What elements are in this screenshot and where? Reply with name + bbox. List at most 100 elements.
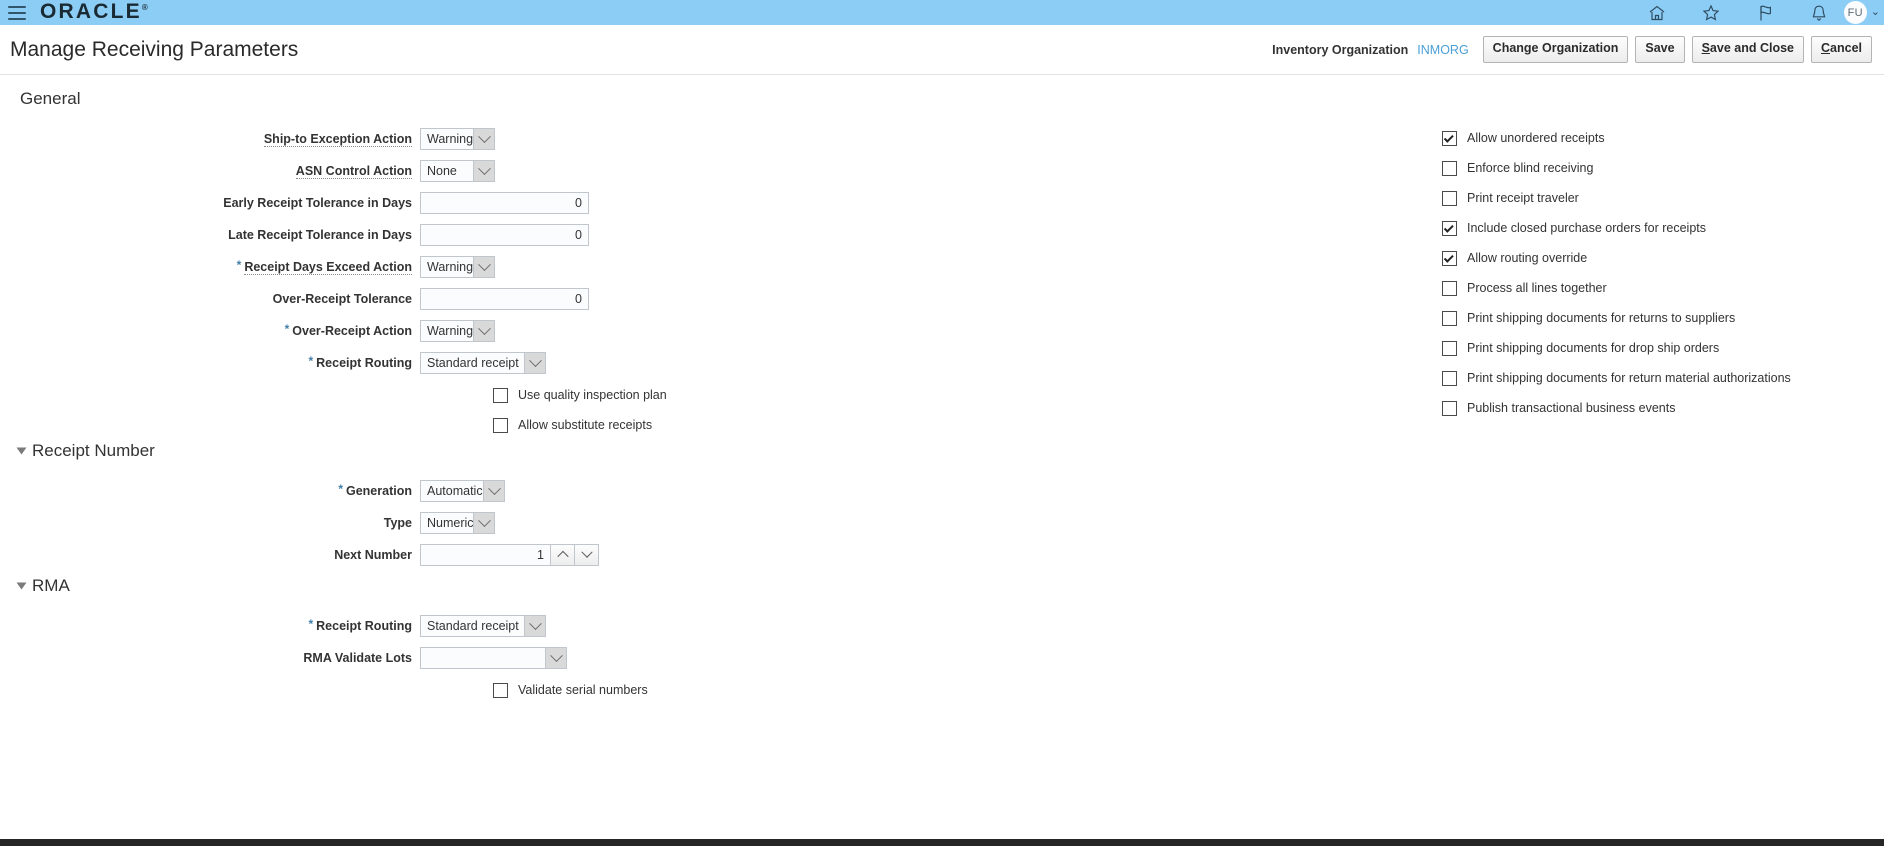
select-value-asn-control-action[interactable]: None bbox=[421, 161, 473, 181]
favorites-star-icon[interactable] bbox=[1700, 2, 1722, 24]
change-organization-button[interactable]: Change Organization bbox=[1482, 36, 1629, 63]
page-titlebar: Manage Receiving Parameters Inventory Or… bbox=[0, 25, 1884, 75]
checkbox-row-process-all-lines-together[interactable]: Process all lines together bbox=[1442, 273, 1872, 303]
select-receipt-routing[interactable]: Standard receipt bbox=[420, 352, 546, 374]
checkbox-row-allow-substitute-receipts[interactable]: Allow substitute receipts bbox=[493, 410, 700, 440]
checkbox-print-shipping-documents-for-drop-ship-orders[interactable] bbox=[1442, 340, 1457, 356]
checkbox-print-shipping-documents-for-returns-to-suppliers[interactable] bbox=[1442, 310, 1457, 326]
notifications-bell-icon[interactable] bbox=[1808, 2, 1830, 24]
select-receipt-days-exceed-action[interactable]: Warning bbox=[420, 256, 495, 278]
home-icon[interactable] bbox=[1646, 2, 1668, 24]
chevron-down-icon[interactable] bbox=[545, 648, 566, 668]
disclosure-triangle-icon[interactable] bbox=[16, 447, 27, 455]
field-row-type: Type Numeric bbox=[0, 507, 700, 539]
checkbox-row-print-shipping-documents-for-drop-ship-orders[interactable]: Print shipping documents for drop ship o… bbox=[1442, 333, 1872, 363]
select-type[interactable]: Numeric bbox=[420, 512, 495, 534]
checkbox-row-print-shipping-documents-for-returns-to-suppliers[interactable]: Print shipping documents for returns to … bbox=[1442, 303, 1872, 333]
field-control-early-receipt-tolerance-in-days: 0 bbox=[420, 192, 589, 214]
field-row-generation: * Generation Automatic bbox=[0, 475, 700, 507]
checkbox-publish-transactional-business-events[interactable] bbox=[1442, 400, 1457, 416]
required-asterisk: * bbox=[236, 258, 242, 272]
checkbox-use-quality-inspection-plan[interactable] bbox=[493, 387, 508, 403]
select-value-ship-to-exception-action[interactable]: Warning bbox=[421, 129, 473, 149]
select-value-receipt-routing[interactable]: Standard receipt bbox=[421, 616, 524, 636]
hamburger-menu-icon[interactable] bbox=[8, 5, 26, 20]
checkbox-row-publish-transactional-business-events[interactable]: Publish transactional business events bbox=[1442, 393, 1872, 423]
chevron-down-icon[interactable] bbox=[473, 129, 494, 149]
avatar[interactable]: FU bbox=[1843, 1, 1867, 24]
checkbox-row-validate-serial-numbers[interactable]: Validate serial numbers bbox=[493, 675, 700, 705]
field-label-text: Late Receipt Tolerance in Days bbox=[228, 228, 412, 242]
field-label-ship-to-exception-action: Ship-to Exception Action bbox=[0, 132, 420, 147]
checkbox-allow-routing-override[interactable] bbox=[1442, 250, 1457, 266]
select-value-rma-validate-lots[interactable] bbox=[421, 648, 545, 668]
spinner-decrement-icon[interactable] bbox=[575, 544, 599, 566]
chevron-down-icon[interactable] bbox=[473, 161, 494, 181]
field-control-receipt-days-exceed-action: Warning bbox=[420, 256, 495, 278]
select-ship-to-exception-action[interactable]: Warning bbox=[420, 128, 495, 150]
checkbox-print-shipping-documents-for-return-material-authorizations[interactable] bbox=[1442, 370, 1457, 386]
input-next-number[interactable]: 1 bbox=[420, 544, 551, 566]
save-button[interactable]: Save bbox=[1635, 36, 1685, 63]
chevron-down-icon[interactable] bbox=[473, 513, 494, 533]
checkbox-allow-unordered-receipts[interactable] bbox=[1442, 130, 1457, 146]
checkbox-row-enforce-blind-receiving[interactable]: Enforce blind receiving bbox=[1442, 153, 1872, 183]
general-right-checkboxes: Allow unordered receipts Enforce blind re… bbox=[1442, 123, 1872, 423]
select-value-receipt-days-exceed-action[interactable]: Warning bbox=[421, 257, 473, 277]
select-value-receipt-routing[interactable]: Standard receipt bbox=[421, 353, 524, 373]
checkbox-label-use-quality-inspection-plan: Use quality inspection plan bbox=[518, 388, 667, 402]
select-over-receipt-action[interactable]: Warning bbox=[420, 320, 495, 342]
checkbox-row-allow-routing-override[interactable]: Allow routing override bbox=[1442, 243, 1872, 273]
checkbox-include-closed-purchase-orders-for-receipts[interactable] bbox=[1442, 220, 1457, 236]
select-value-generation[interactable]: Automatic bbox=[421, 481, 483, 501]
checkbox-label-print-shipping-documents-for-returns-to-suppliers: Print shipping documents for returns to … bbox=[1467, 311, 1736, 325]
chevron-down-icon[interactable] bbox=[524, 353, 545, 373]
section-header-rma[interactable]: RMA bbox=[0, 576, 70, 596]
input-over-receipt-tolerance[interactable]: 0 bbox=[420, 288, 589, 310]
select-value-type[interactable]: Numeric bbox=[421, 513, 474, 533]
user-menu[interactable]: FU ⌄ bbox=[1843, 1, 1880, 24]
input-late-receipt-tolerance-in-days[interactable]: 0 bbox=[420, 224, 589, 246]
chevron-down-icon[interactable] bbox=[524, 616, 545, 636]
section-header-receipt-number[interactable]: Receipt Number bbox=[0, 441, 155, 461]
field-label-early-receipt-tolerance-in-days: Early Receipt Tolerance in Days bbox=[0, 196, 420, 210]
inventory-organization-value: INMORG bbox=[1417, 42, 1469, 57]
field-row-next-number: Next Number 1 bbox=[0, 539, 700, 571]
checkbox-row-use-quality-inspection-plan[interactable]: Use quality inspection plan bbox=[493, 380, 700, 410]
field-label-text: Early Receipt Tolerance in Days bbox=[223, 196, 412, 210]
chevron-down-icon[interactable] bbox=[473, 257, 494, 277]
field-label-receipt-routing: * Receipt Routing bbox=[0, 617, 420, 633]
field-label-text: Ship-to Exception Action bbox=[263, 131, 412, 147]
save-and-close-button[interactable]: Save and Close bbox=[1691, 36, 1804, 63]
checkbox-validate-serial-numbers[interactable] bbox=[493, 682, 508, 698]
save-and-close-mnemonic: S bbox=[1701, 41, 1710, 56]
checkbox-row-include-closed-purchase-orders-for-receipts[interactable]: Include closed purchase orders for recei… bbox=[1442, 213, 1872, 243]
chevron-down-icon[interactable] bbox=[473, 321, 494, 341]
checkbox-allow-substitute-receipts[interactable] bbox=[493, 417, 508, 433]
app-page: ORACLE® FU ⌄ Manage Receiving Parameters… bbox=[0, 0, 1884, 846]
field-label-rma-validate-lots: RMA Validate Lots bbox=[0, 651, 420, 665]
input-early-receipt-tolerance-in-days[interactable]: 0 bbox=[420, 192, 589, 214]
checkbox-print-receipt-traveler[interactable] bbox=[1442, 190, 1457, 206]
field-label-late-receipt-tolerance-in-days: Late Receipt Tolerance in Days bbox=[0, 228, 420, 242]
checkbox-row-print-receipt-traveler[interactable]: Print receipt traveler bbox=[1442, 183, 1872, 213]
checkbox-row-print-shipping-documents-for-return-material-authorizations[interactable]: Print shipping documents for return mate… bbox=[1442, 363, 1872, 393]
select-value-over-receipt-action[interactable]: Warning bbox=[421, 321, 473, 341]
checkbox-row-allow-unordered-receipts[interactable]: Allow unordered receipts bbox=[1442, 123, 1872, 153]
select-receipt-routing[interactable]: Standard receipt bbox=[420, 615, 546, 637]
checkmark-icon bbox=[1443, 222, 1454, 233]
select-rma-validate-lots[interactable] bbox=[420, 647, 567, 669]
checkbox-process-all-lines-together[interactable] bbox=[1442, 280, 1457, 296]
disclosure-triangle-icon[interactable] bbox=[16, 582, 27, 590]
field-row-over-receipt-action: * Over-Receipt Action Warning bbox=[0, 315, 700, 347]
checkbox-enforce-blind-receiving[interactable] bbox=[1442, 160, 1457, 176]
select-generation[interactable]: Automatic bbox=[420, 480, 505, 502]
spinner-increment-icon[interactable] bbox=[551, 544, 575, 566]
chevron-down-icon[interactable]: ⌄ bbox=[1871, 7, 1880, 18]
flag-icon[interactable] bbox=[1754, 2, 1776, 24]
select-asn-control-action[interactable]: None bbox=[420, 160, 495, 182]
cancel-button[interactable]: Cancel bbox=[1811, 36, 1872, 63]
cancel-rest: ancel bbox=[1830, 41, 1862, 56]
chevron-down-icon[interactable] bbox=[483, 481, 504, 501]
field-control-ship-to-exception-action: Warning bbox=[420, 128, 495, 150]
